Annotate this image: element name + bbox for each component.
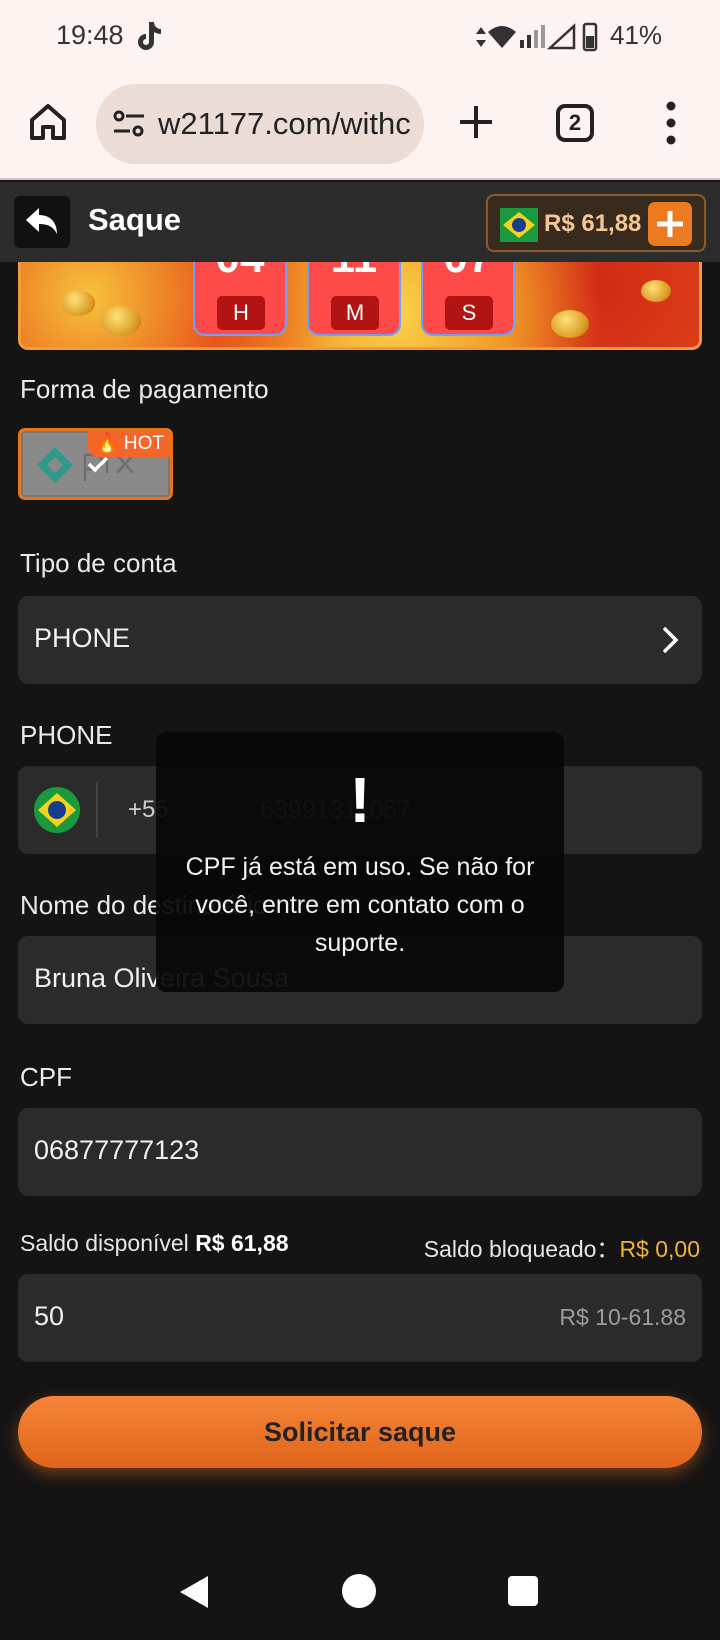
timer-seconds: 07 S xyxy=(421,262,515,336)
timer-hours-unit: H xyxy=(217,296,265,330)
chevron-right-icon xyxy=(662,626,679,654)
promo-banner[interactable]: 04 H 11 M 07 S xyxy=(18,262,702,350)
withdraw-amount-input[interactable]: 50 R$ 10-61.88 xyxy=(18,1274,702,1362)
withdraw-amount-range: R$ 10-61.88 xyxy=(559,1304,686,1330)
cpf-label: CPF xyxy=(20,1062,72,1092)
balance-amount: R$ 61,88 xyxy=(544,210,642,237)
url-text: w21177.com/withc xyxy=(158,106,411,141)
available-balance: Saldo disponível R$ 61,88 xyxy=(20,1230,289,1257)
status-bar: 19:48 41% xyxy=(0,0,720,72)
tiktok-icon xyxy=(138,22,161,50)
divider xyxy=(96,782,98,838)
cpf-value: 06877777123 xyxy=(34,1135,200,1165)
deposit-plus-button[interactable] xyxy=(648,202,692,246)
available-balance-value: R$ 61,88 xyxy=(195,1230,289,1256)
browser-toolbar: w21177.com/withc 2 xyxy=(0,72,720,180)
timer-minutes-value: 11 xyxy=(309,262,399,280)
timer-hours: 04 H xyxy=(193,262,287,336)
request-withdraw-button[interactable]: Solicitar saque xyxy=(18,1396,702,1468)
tab-switcher-button[interactable]: 2 xyxy=(556,104,594,142)
timer-seconds-value: 07 xyxy=(423,262,513,280)
pix-payment-option[interactable]: 🔥 HOT xyxy=(18,428,173,500)
system-nav-bar xyxy=(0,1540,720,1640)
status-time: 19:48 xyxy=(56,20,124,50)
account-type-label: Tipo de conta xyxy=(20,548,177,578)
coin-decoration xyxy=(641,280,671,302)
account-type-value: PHONE xyxy=(34,623,131,653)
more-menu-icon[interactable] xyxy=(664,100,678,146)
system-status-icons xyxy=(476,22,598,52)
timer-seconds-unit: S xyxy=(445,296,493,330)
withdraw-amount-value: 50 xyxy=(34,1301,65,1331)
back-arrow-icon xyxy=(26,208,57,234)
nav-home-icon[interactable] xyxy=(342,1574,376,1608)
coin-decoration xyxy=(551,310,589,338)
blocked-balance: Saldo bloqueado：R$ 0,00 xyxy=(424,1230,700,1264)
page-title: Saque xyxy=(88,202,182,237)
timer-minutes: 11 M xyxy=(307,262,401,336)
new-tab-icon[interactable] xyxy=(456,102,496,142)
error-toast: ! CPF já está em uso. Se não for você, e… xyxy=(156,732,564,992)
site-settings-icon[interactable] xyxy=(112,108,146,140)
balance-row: Saldo disponível R$ 61,88 Saldo bloquead… xyxy=(20,1230,700,1262)
plus-icon xyxy=(657,211,683,237)
toast-message: CPF já está em uso. Se não for você, ent… xyxy=(185,853,535,957)
timer-hours-value: 04 xyxy=(195,262,285,280)
coin-decoration xyxy=(101,306,141,336)
cpf-field[interactable]: 06877777123 xyxy=(18,1108,702,1196)
account-type-select[interactable]: PHONE xyxy=(18,596,702,684)
address-bar[interactable]: w21177.com/withc xyxy=(96,84,424,164)
home-icon[interactable] xyxy=(26,100,70,144)
coin-decoration xyxy=(61,290,95,316)
hot-badge: 🔥 HOT xyxy=(86,431,170,457)
nav-recents-icon[interactable] xyxy=(508,1576,538,1606)
fire-icon: 🔥 xyxy=(94,433,119,454)
payment-method-label: Forma de pagamento xyxy=(20,374,269,404)
blocked-balance-value: R$ 0,00 xyxy=(619,1236,700,1262)
nav-back-icon[interactable] xyxy=(178,1574,210,1610)
back-button[interactable] xyxy=(14,196,70,248)
brazil-flag-icon xyxy=(500,208,538,242)
phone-label: PHONE xyxy=(20,720,113,750)
brazil-flag-icon[interactable] xyxy=(34,787,80,833)
brazil-flag-graphic xyxy=(34,787,80,833)
hot-badge-label: HOT xyxy=(123,433,164,454)
available-balance-label: Saldo disponível xyxy=(20,1230,189,1256)
timer-minutes-unit: M xyxy=(331,296,379,330)
app-header: Saque R$ 61,88 xyxy=(0,182,720,262)
blocked-balance-label: Saldo bloqueado： xyxy=(423,1236,620,1262)
battery-percentage: 41% xyxy=(610,20,663,50)
balance-chip[interactable]: R$ 61,88 xyxy=(486,194,706,252)
warning-icon: ! xyxy=(349,764,371,836)
